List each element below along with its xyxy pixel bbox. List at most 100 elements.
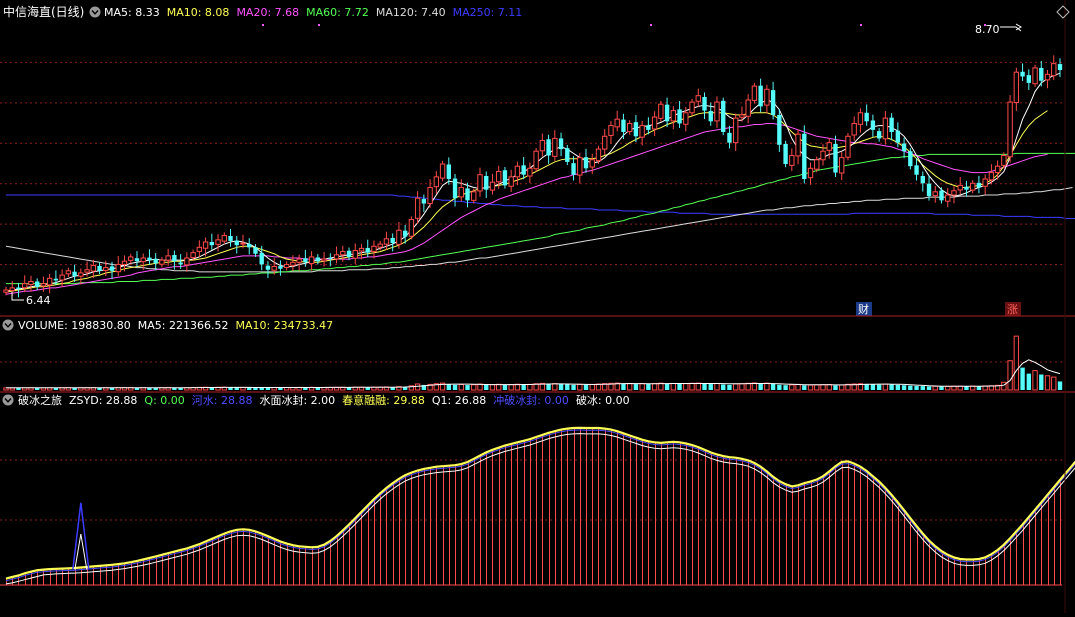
volume-bar [914,385,919,390]
volume-bar [758,383,763,390]
volume-bar [646,383,651,390]
volume-bar [721,384,726,390]
indicator-label: 冲破冰封: 0.00 [493,393,569,407]
volume-indicator-values: VOLUME: 198830.80 MA5: 221366.52 MA10: 234… [18,319,333,332]
volume-bar [639,383,645,391]
candle [658,101,664,122]
volume-bar [802,385,807,390]
volume-bar [1032,370,1038,391]
volume-bar [964,386,969,390]
volume-bar [458,383,464,391]
candle [533,148,539,172]
indicator-values: 破冰之旅 ZSYD: 28.88 Q: 0.00 河水: 28.88 水面冰封: 2.0… [18,393,630,407]
chart-canvas: 8.70 6.44 财 涨 中信海直(日线) MA5: 8.33 MA10: 8… [0,0,1075,613]
volume-bar [777,384,782,390]
volume-bar [1020,367,1025,390]
volume-bar [745,382,751,391]
signal-dot [318,24,320,26]
volume-bar [901,385,907,390]
volume-bar [870,384,876,390]
volume-bar [527,383,533,391]
indicator-label: 春意融融: 29.88 [342,393,425,407]
volume-bar [595,383,602,391]
indicator-label: MA20: 7.68 [236,6,299,19]
volume-bar [708,384,713,390]
indicator-label: 河水: 28.88 [192,394,253,407]
volume-bar [807,384,814,391]
candle [802,125,807,184]
finance-badge[interactable]: 财 [856,302,872,316]
high-price-label: 8.70 [975,23,1000,36]
volume-bar [1026,373,1031,390]
candle [439,160,446,182]
volume-bar [677,383,682,390]
volume-bar [976,386,982,390]
candle [1007,95,1013,163]
candle [845,133,851,161]
candle [1032,64,1038,87]
volume-bar [932,385,938,391]
volume-bar [714,382,720,391]
volume-bar [1039,374,1044,390]
volume-panel-header: VOLUME: 198830.80 MA5: 221366.52 MA10: 234… [2,319,333,332]
volume-bar [1051,376,1057,391]
indicator-label: 水面冰封: 2.00 [259,393,335,407]
volume-bar [820,384,826,391]
volume-bar [633,384,639,390]
volume-collapse-icon[interactable] [2,319,14,331]
volume-bar [565,384,570,390]
volume-bar [670,382,677,391]
candle [721,97,726,136]
volume-bar [839,384,845,391]
indicator-label: Q: 0.00 [144,394,184,407]
volume-bar [882,383,889,391]
volume-bar [546,384,551,390]
volume-bar [770,383,776,390]
limit-up-badge[interactable]: 涨 [1005,302,1021,316]
stock-title[interactable]: 中信海直(日线) [3,4,84,19]
indicator-label: VOLUME: 198830.80 [18,319,131,332]
indicator-label: 破冰之旅 [18,393,62,407]
volume-bar [521,384,526,390]
main-collapse-icon[interactable] [89,6,101,18]
volume-bar [920,386,925,390]
candle [783,140,788,168]
indicator-label: MA10: 234733.47 [235,319,333,332]
volume-bar [484,384,489,390]
volume-bar [664,383,670,390]
volume-bar [571,384,576,390]
volume-bar [683,383,689,391]
indicator-label: MA250: 7.11 [453,6,523,19]
indicator-label: ZSYD: 28.88 [69,394,137,407]
limit-up-badge-label: 涨 [1007,303,1018,316]
volume-bar [795,383,801,391]
volume-bar [876,384,882,390]
low-price-label: 6.44 [26,294,51,307]
volume-bar [908,385,913,390]
volume-bar [558,383,564,390]
volume-bar [496,383,502,391]
volume-bar [508,384,514,391]
indicator-label: MA5: 8.33 [104,6,160,19]
volume-bar [783,385,788,390]
indicator-collapse-icon[interactable] [2,394,14,406]
volume-bar [16,388,21,390]
candle [502,167,508,189]
volume-bar [1057,381,1063,390]
volume-bar [9,387,15,391]
volume-bar [583,384,589,390]
volume-bar [477,383,483,391]
volume-bar [414,383,421,391]
volume-bar [702,383,707,390]
indicator-panel-header: 破冰之旅 ZSYD: 28.88 Q: 0.00 河水: 28.88 水面冰封: 2.0… [2,393,630,407]
volume-bar [733,383,739,391]
ma-indicator-values: MA5: 8.33 MA10: 8.08 MA20: 7.68 MA60: 7.72 M… [104,6,522,19]
volume-bar [789,384,795,391]
volume-bar [939,386,944,390]
stock-chart-window: 8.70 6.44 财 涨 中信海直(日线) MA5: 8.33 MA10: 8… [0,0,1075,613]
volume-bar [651,383,658,391]
volume-bar [626,383,633,391]
volume-bar [552,383,558,391]
volume-bar [727,384,732,390]
volume-bar [689,382,695,391]
